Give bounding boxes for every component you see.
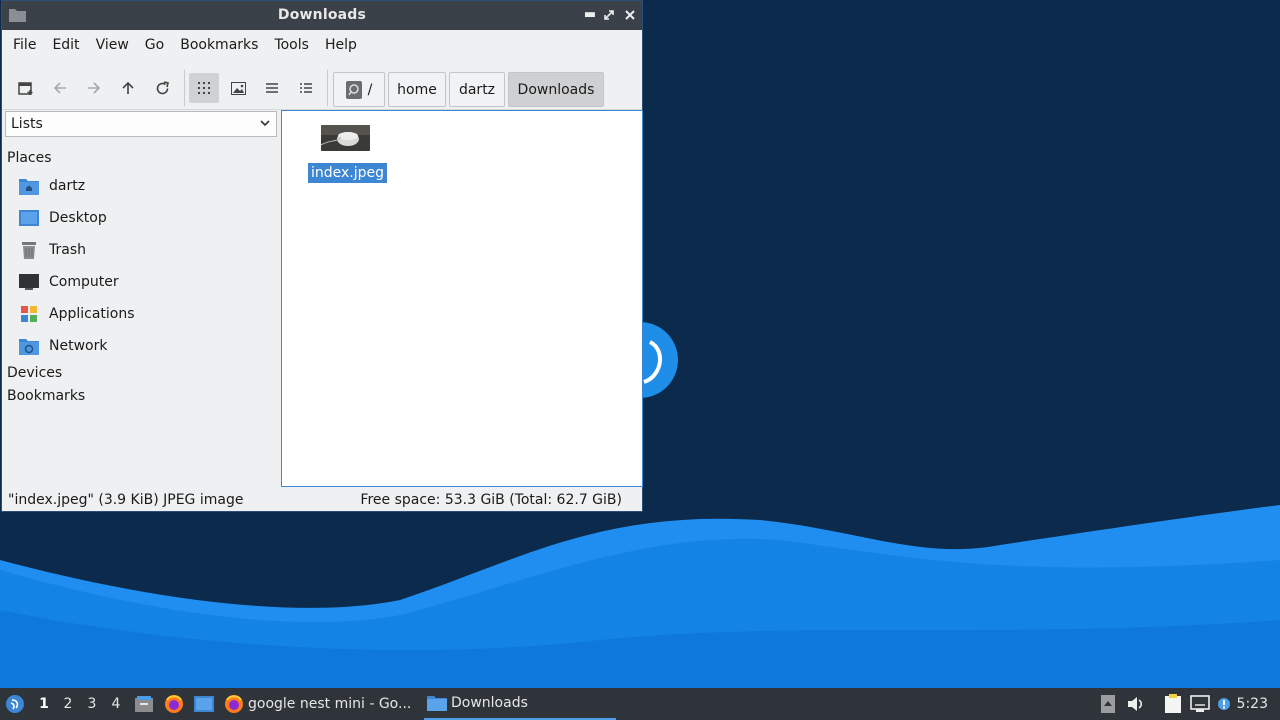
window-titlebar[interactable]: Downloads ▬ (2, 1, 642, 30)
filesystem-root-icon (345, 80, 362, 99)
workspace-2[interactable]: 2 (60, 696, 76, 712)
selection-status: "index.jpeg" (3.9 KiB) JPEG image (8, 492, 244, 508)
menu-file[interactable]: File (5, 37, 44, 53)
network-status-icon[interactable] (1190, 694, 1210, 714)
notification-icon[interactable] (1214, 694, 1234, 714)
home-folder-icon (18, 175, 40, 197)
reload-icon[interactable] (147, 73, 177, 103)
menu-tools[interactable]: Tools (266, 37, 317, 53)
sidebar-item-label: Computer (49, 274, 119, 290)
menubar: File Edit View Go Bookmarks Tools Help (2, 30, 642, 60)
sidebar-item-label: dartz (49, 178, 86, 194)
new-tab-icon[interactable] (11, 73, 41, 103)
volume-icon[interactable] (1126, 694, 1146, 714)
close-icon[interactable] (621, 6, 639, 24)
forward-arrow-icon[interactable] (79, 73, 109, 103)
file-view[interactable]: index.jpeg (281, 110, 643, 487)
clock[interactable]: 5:23 (1237, 696, 1268, 712)
back-arrow-icon[interactable] (45, 73, 75, 103)
firefox-launcher-icon[interactable] (164, 694, 184, 714)
image-thumbnail (321, 125, 370, 151)
workspace-3[interactable]: 3 (84, 696, 100, 712)
compact-view-icon[interactable] (257, 73, 287, 103)
desktop-launcher-icon[interactable] (194, 694, 214, 714)
devices-heading[interactable]: Devices (7, 365, 62, 381)
sidebar-item-label: Desktop (49, 210, 107, 226)
sidebar-item-applications[interactable]: Applications (18, 301, 273, 327)
folder-icon (427, 695, 447, 711)
sidebar: Lists Places dartz Desktop Trash Compute… (4, 110, 277, 486)
sidebar-item-desktop[interactable]: Desktop (18, 205, 273, 231)
menu-edit[interactable]: Edit (44, 37, 87, 53)
menu-help[interactable]: Help (317, 37, 365, 53)
firefox-icon (224, 694, 244, 714)
file-name: index.jpeg (308, 163, 388, 183)
sidebar-item-dartz[interactable]: dartz (18, 173, 273, 199)
sidebar-item-computer[interactable]: Computer (18, 269, 273, 295)
workspace-1[interactable]: 1 (36, 696, 52, 712)
toolbar: / home dartz Downloads (2, 60, 642, 110)
places-heading[interactable]: Places (7, 150, 52, 166)
sidebar-item-label: Trash (49, 242, 86, 258)
desktop-icon (18, 207, 40, 229)
tray-up-arrow-icon[interactable] (1098, 694, 1118, 714)
statusbar: "index.jpeg" (3.9 KiB) JPEG image Free s… (2, 490, 642, 510)
task-label: Downloads (451, 695, 528, 711)
breadcrumb-home[interactable]: home (388, 72, 446, 107)
task-firefox[interactable]: google nest mini - Go... (224, 688, 414, 720)
thumbnail-view-icon[interactable] (223, 73, 253, 103)
menu-bookmarks[interactable]: Bookmarks (172, 37, 266, 53)
trash-icon (18, 239, 40, 261)
maximize-icon[interactable] (600, 6, 618, 24)
chevron-down-icon (259, 117, 271, 133)
file-manager-window: Downloads ▬ File Edit View Go Bookmarks … (1, 0, 643, 512)
task-label: google nest mini - Go... (248, 696, 412, 712)
sidebar-item-label: Applications (49, 306, 135, 322)
menu-go[interactable]: Go (137, 37, 172, 53)
icon-view-icon[interactable] (189, 73, 219, 103)
start-menu-icon[interactable] (5, 694, 25, 714)
sidebar-item-network[interactable]: Network (18, 333, 273, 359)
file-manager-launcher-icon[interactable] (134, 694, 154, 714)
network-icon (18, 335, 40, 357)
sidebar-item-trash[interactable]: Trash (18, 237, 273, 263)
breadcrumb-root[interactable]: / (333, 72, 385, 107)
up-arrow-icon[interactable] (113, 73, 143, 103)
taskbar: 1 2 3 4 google nest mini - Go... Downloa… (0, 688, 1280, 720)
sidebar-item-label: Network (49, 338, 108, 354)
detailed-list-view-icon[interactable] (291, 73, 321, 103)
breadcrumb-dartz[interactable]: dartz (449, 72, 505, 107)
menu-view[interactable]: View (88, 37, 137, 53)
minimize-icon[interactable]: ▬ (581, 6, 599, 24)
workspace-4[interactable]: 4 (108, 696, 124, 712)
breadcrumb-root-label: / (367, 81, 373, 98)
applications-icon (18, 303, 40, 325)
computer-icon (18, 271, 40, 293)
clipboard-icon[interactable] (1163, 694, 1183, 714)
free-space-status: Free space: 53.3 GiB (Total: 62.7 GiB) (360, 492, 622, 508)
sidebar-mode-select[interactable]: Lists (5, 111, 277, 137)
window-title: Downloads (277, 7, 367, 23)
breadcrumb-downloads[interactable]: Downloads (508, 72, 604, 107)
bookmarks-heading[interactable]: Bookmarks (7, 388, 85, 404)
task-downloads[interactable]: Downloads (424, 688, 616, 720)
sidebar-mode-value: Lists (11, 116, 43, 132)
